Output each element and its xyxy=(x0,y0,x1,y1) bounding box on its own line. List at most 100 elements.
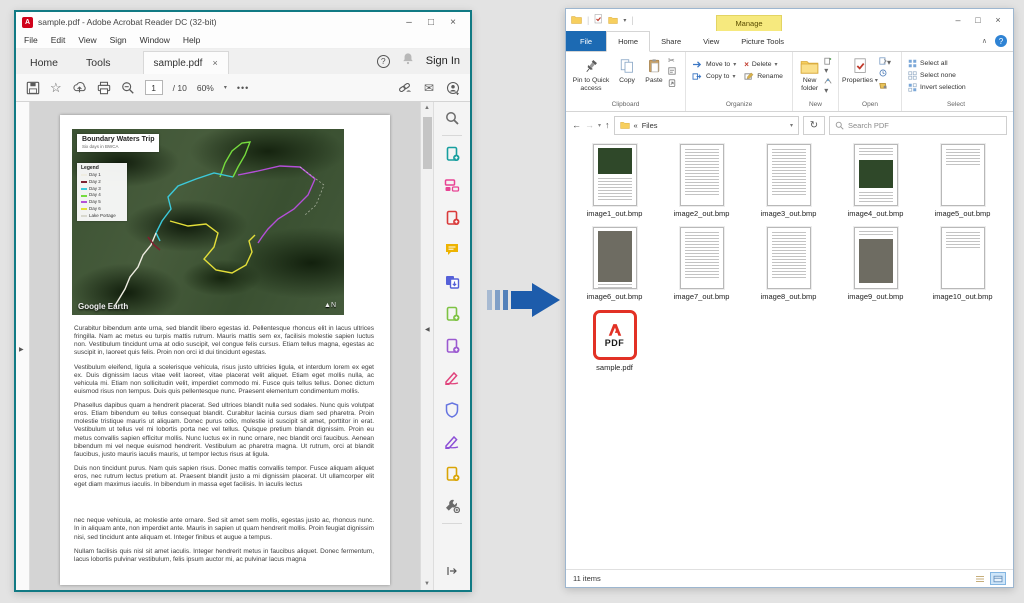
tab-file[interactable]: File xyxy=(566,31,606,51)
easy-access-icon[interactable]: ▾ xyxy=(824,77,836,95)
combine-files-icon[interactable] xyxy=(444,273,460,290)
tab-share[interactable]: Share xyxy=(650,31,692,51)
email-icon[interactable]: ✉ xyxy=(424,81,434,95)
search-input[interactable] xyxy=(848,121,1001,130)
file-image5_out.bmp[interactable]: image5_out.bmp xyxy=(923,144,1003,218)
menu-view[interactable]: View xyxy=(78,35,96,45)
paste-shortcut-icon[interactable] xyxy=(668,79,676,89)
tab-home[interactable]: Home xyxy=(16,52,72,74)
breadcrumb-location[interactable]: Files xyxy=(642,121,658,130)
menu-window[interactable]: Window xyxy=(140,35,170,45)
file-image1_out.bmp[interactable]: image1_out.bmp xyxy=(575,144,655,218)
export-pdf-icon[interactable] xyxy=(445,145,460,162)
collapse-ribbon-icon[interactable]: ∧ xyxy=(982,37,987,45)
back-icon[interactable]: ← xyxy=(572,120,581,130)
move-to-button[interactable]: Move to▾ xyxy=(692,60,736,69)
explorer-help-icon[interactable]: ? xyxy=(995,35,1007,47)
copy-to-button[interactable]: Copy to▾ xyxy=(692,72,736,81)
scroll-up-icon[interactable]: ▲ xyxy=(421,105,433,111)
share-upload-icon[interactable] xyxy=(72,81,87,95)
document-scrollbar[interactable]: ▲ ▼ xyxy=(420,102,433,590)
sign-in-button[interactable]: Sign In xyxy=(426,55,460,67)
tab-view[interactable]: View xyxy=(692,31,730,51)
copy-button[interactable]: Copy xyxy=(614,54,640,87)
expand-nav-pane-icon[interactable]: ▶ xyxy=(19,346,24,353)
sign-certificates-icon[interactable] xyxy=(444,433,460,450)
close-document-icon[interactable]: × xyxy=(212,58,217,68)
new-item-icon[interactable]: ▾ xyxy=(824,57,836,75)
menu-file[interactable]: File xyxy=(24,35,38,45)
rename-button[interactable]: Rename xyxy=(744,72,783,81)
close-button[interactable]: × xyxy=(988,15,1008,25)
save-icon[interactable] xyxy=(26,81,40,95)
help-icon[interactable]: ? xyxy=(377,55,390,68)
file-image3_out.bmp[interactable]: image3_out.bmp xyxy=(749,144,829,218)
print-icon[interactable] xyxy=(97,81,111,95)
manage-contextual-tab[interactable]: Manage xyxy=(716,15,782,31)
file-image8_out.bmp[interactable]: image8_out.bmp xyxy=(749,227,829,301)
menu-edit[interactable]: Edit xyxy=(51,35,66,45)
protect-icon[interactable] xyxy=(445,401,459,418)
file-sample.pdf[interactable]: PDFsample.pdf xyxy=(575,310,655,372)
invert-selection-button[interactable]: Invert selection xyxy=(908,83,966,92)
file-image2_out.bmp[interactable]: image2_out.bmp xyxy=(662,144,742,218)
menu-sign[interactable]: Sign xyxy=(110,35,127,45)
tab-home[interactable]: Home xyxy=(606,31,650,52)
up-icon[interactable]: ↑ xyxy=(605,120,610,130)
minimize-button[interactable]: – xyxy=(948,15,968,25)
address-dropdown-icon[interactable]: ▾ xyxy=(790,122,793,129)
qat-properties-icon[interactable] xyxy=(594,11,603,29)
notifications-bell-icon[interactable] xyxy=(402,52,414,70)
new-folder-button[interactable]: New folder xyxy=(795,54,824,95)
tab-tools[interactable]: Tools xyxy=(72,52,125,74)
comment-icon[interactable] xyxy=(444,241,460,258)
file-image4_out.bmp[interactable]: image4_out.bmp xyxy=(836,144,916,218)
organize-pages-icon[interactable] xyxy=(444,177,460,194)
select-all-button[interactable]: Select all xyxy=(908,59,966,68)
zoom-caret-icon[interactable]: ▾ xyxy=(224,84,227,91)
acrobat-tools-icon[interactable] xyxy=(445,337,460,354)
maximize-button[interactable]: □ xyxy=(968,15,988,25)
collapse-tools-icon[interactable]: ◀ xyxy=(425,326,430,333)
expand-panel-icon[interactable] xyxy=(446,564,458,582)
delete-button[interactable]: ×Delete▾ xyxy=(744,60,783,69)
share-link-icon[interactable] xyxy=(397,81,412,94)
search-tools-icon[interactable] xyxy=(444,109,460,126)
minimize-button[interactable]: – xyxy=(398,17,420,28)
zoom-level-select[interactable]: 60% xyxy=(197,83,214,93)
file-image10_out.bmp[interactable]: image10_out.bmp xyxy=(923,227,1003,301)
history-icon[interactable] xyxy=(879,69,891,79)
favorite-star-icon[interactable]: ☆ xyxy=(50,80,62,96)
scroll-down-icon[interactable]: ▼ xyxy=(421,581,433,587)
create-pdf-icon[interactable] xyxy=(445,209,460,226)
thumbnail-view-icon[interactable] xyxy=(990,572,1006,585)
close-button[interactable]: × xyxy=(442,17,464,28)
tab-picture-tools[interactable]: Picture Tools xyxy=(730,31,795,51)
cut-icon[interactable]: ✂ xyxy=(668,57,676,65)
paste-button[interactable]: Paste xyxy=(640,54,668,87)
qat-new-folder-icon[interactable] xyxy=(608,11,618,29)
file-image9_out.bmp[interactable]: image9_out.bmp xyxy=(836,227,916,301)
recent-locations-icon[interactable]: ▾ xyxy=(598,122,601,129)
forward-icon[interactable]: → xyxy=(585,120,594,130)
refresh-button[interactable]: ↻ xyxy=(803,116,825,135)
account-icon[interactable] xyxy=(446,81,460,95)
copy-path-icon[interactable] xyxy=(668,67,676,77)
compress-pdf-icon[interactable] xyxy=(445,305,460,322)
more-tools-button[interactable]: ••• xyxy=(237,83,249,93)
tab-document[interactable]: sample.pdf × xyxy=(143,51,229,74)
address-box[interactable]: « Files ▾ xyxy=(614,116,799,135)
pin-to-quick-access-button[interactable]: Pin to Quick access xyxy=(568,54,614,95)
qat-customize-icon[interactable]: ▾ xyxy=(623,17,626,24)
more-tools-icon[interactable] xyxy=(444,497,460,514)
file-image7_out.bmp[interactable]: image7_out.bmp xyxy=(662,227,742,301)
maximize-button[interactable]: □ xyxy=(420,17,442,28)
file-image6_out.bmp[interactable]: image6_out.bmp xyxy=(575,227,655,301)
properties-button[interactable]: Properties ▾ xyxy=(841,54,879,87)
select-none-button[interactable]: Select none xyxy=(908,71,966,80)
scrollbar-thumb[interactable] xyxy=(423,117,432,169)
stamp-icon[interactable] xyxy=(445,465,460,482)
open-with-icon[interactable] xyxy=(879,81,891,91)
details-view-icon[interactable] xyxy=(972,572,988,585)
menu-help[interactable]: Help xyxy=(183,35,200,45)
